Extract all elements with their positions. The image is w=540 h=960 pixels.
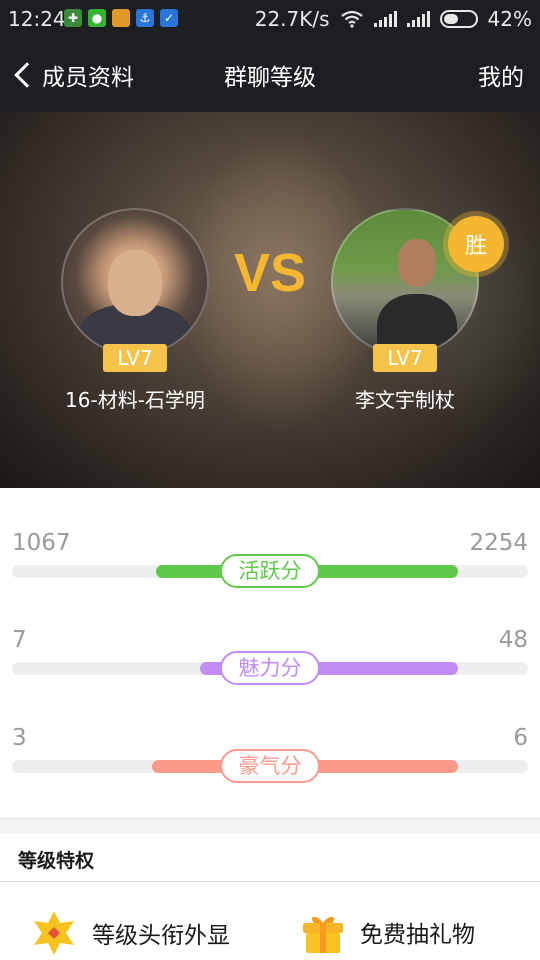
- stat-left-value: 1067: [12, 530, 71, 556]
- stats-comparison: 1067 2254 活跃分 7 48 魅力分 3 6 豪气分: [0, 488, 540, 818]
- stat-label: 活跃分: [220, 554, 320, 588]
- player-name: 李文宇制杖: [355, 388, 455, 412]
- stat-left-value: 7: [12, 627, 27, 653]
- guard-icon: ✓: [160, 9, 178, 27]
- page-title: 群聊等级: [224, 65, 316, 91]
- privilege-label: 免费抽礼物: [360, 922, 475, 948]
- stat-generosity: 3 6 豪气分: [0, 725, 540, 785]
- player-name: 16-材料-石学明: [65, 388, 205, 412]
- level-badge: LV7: [373, 344, 437, 372]
- stat-right-value: 2254: [469, 530, 528, 556]
- battery-percent: 42%: [487, 7, 532, 31]
- net-speed: 22.7K/s: [254, 7, 330, 31]
- status-right: 22.7K/s 42%: [255, 7, 532, 31]
- wechat-icon: ●: [88, 9, 106, 27]
- notification-icons: ✚ ● ⚓ ✓: [64, 9, 178, 27]
- shield-icon: ✚: [64, 9, 82, 27]
- status-bar: 12:24 ✚ ● ⚓ ✓ 22.7K/s 42%: [0, 0, 540, 38]
- nav-bar: 成员资料 群聊等级 我的: [0, 38, 540, 112]
- stat-charm: 7 48 魅力分: [0, 627, 540, 687]
- privilege-free-gift[interactable]: 免费抽礼物: [300, 909, 475, 955]
- wifi-icon: [340, 10, 363, 28]
- stat-label: 魅力分: [220, 651, 320, 685]
- signal-icon: [373, 11, 397, 27]
- winner-badge: 胜: [448, 216, 504, 272]
- my-level-button[interactable]: 我的: [478, 58, 524, 92]
- stat-right-value: 48: [498, 627, 528, 653]
- battle-hero: LV7 16-材料-石学明 VS LV7 李文宇制杖 胜: [0, 112, 540, 488]
- gift-icon: [303, 916, 343, 953]
- star-badge-icon: [34, 911, 74, 955]
- box-icon: [112, 9, 130, 27]
- section-divider: [0, 818, 540, 834]
- privileges-header: 等级特权: [0, 834, 540, 882]
- player-left[interactable]: LV7 16-材料-石学明: [35, 208, 235, 413]
- stat-left-value: 3: [12, 725, 27, 751]
- stat-label: 豪气分: [220, 749, 320, 783]
- privilege-label: 等级头衔外显: [92, 923, 230, 949]
- stat-activity: 1067 2254 活跃分: [0, 530, 540, 590]
- level-badge: LV7: [103, 344, 167, 372]
- privileges-list: 等级头衔外显 免费抽礼物: [0, 883, 540, 960]
- status-time: 12:24: [8, 7, 66, 31]
- anchor-icon: ⚓: [136, 9, 154, 27]
- signal-icon: [406, 11, 430, 27]
- battery-icon: [439, 10, 478, 28]
- section-title: 等级特权: [18, 850, 95, 872]
- stat-right-value: 6: [513, 725, 528, 751]
- privilege-title-display[interactable]: 等级头衔外显: [30, 909, 230, 957]
